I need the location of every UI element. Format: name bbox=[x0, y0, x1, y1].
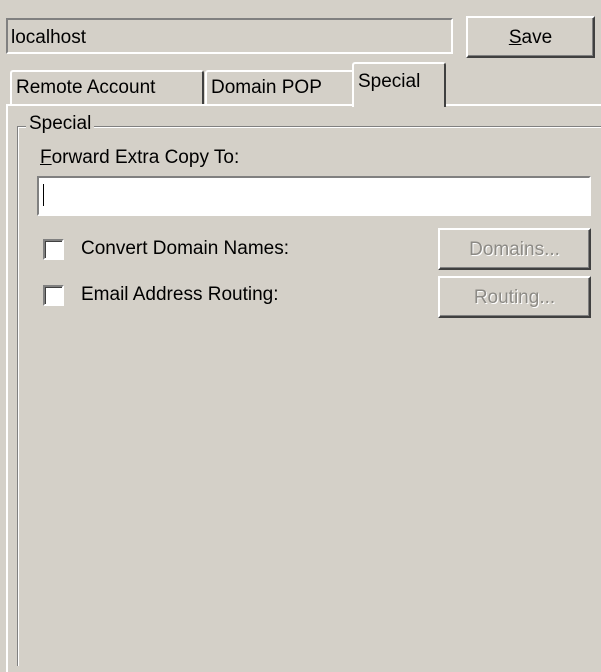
special-settings-dialog: localhost Save Remote Account Domain POP… bbox=[0, 0, 601, 672]
tab-special-label: Special bbox=[358, 71, 421, 92]
convert-domain-names-label[interactable]: Convert Domain Names: bbox=[81, 238, 289, 260]
tab-remote-account[interactable]: Remote Account bbox=[10, 70, 204, 104]
tab-domain-pop[interactable]: Domain POP bbox=[205, 70, 355, 104]
forward-accelerator: F bbox=[40, 147, 52, 168]
tab-remote-account-label: Remote Account bbox=[16, 77, 156, 98]
special-group-title: Special bbox=[26, 113, 95, 135]
routing-button-label: Routing... bbox=[473, 287, 556, 308]
forward-extra-copy-label: Forward Extra Copy To: bbox=[40, 147, 239, 169]
text-caret bbox=[43, 184, 44, 206]
convert-domain-names-checkbox[interactable] bbox=[43, 239, 64, 260]
forward-extra-copy-input[interactable] bbox=[37, 176, 591, 216]
save-accelerator: S bbox=[508, 27, 522, 48]
tab-domain-pop-label: Domain POP bbox=[211, 77, 322, 98]
routing-button[interactable]: Routing... bbox=[438, 276, 591, 318]
tab-special[interactable]: Special bbox=[352, 62, 446, 107]
email-address-routing-label[interactable]: Email Address Routing: bbox=[81, 284, 279, 306]
server-name-field: localhost bbox=[6, 18, 453, 54]
forward-label-text: orward Extra Copy To: bbox=[51, 147, 240, 168]
domains-button-label: Domains... bbox=[469, 239, 560, 260]
email-address-routing-checkbox[interactable] bbox=[43, 285, 64, 306]
domains-button[interactable]: Domains... bbox=[438, 228, 591, 270]
server-name-value: localhost bbox=[11, 27, 86, 48]
save-label: ave bbox=[521, 27, 553, 48]
save-button[interactable]: Save bbox=[466, 16, 595, 58]
